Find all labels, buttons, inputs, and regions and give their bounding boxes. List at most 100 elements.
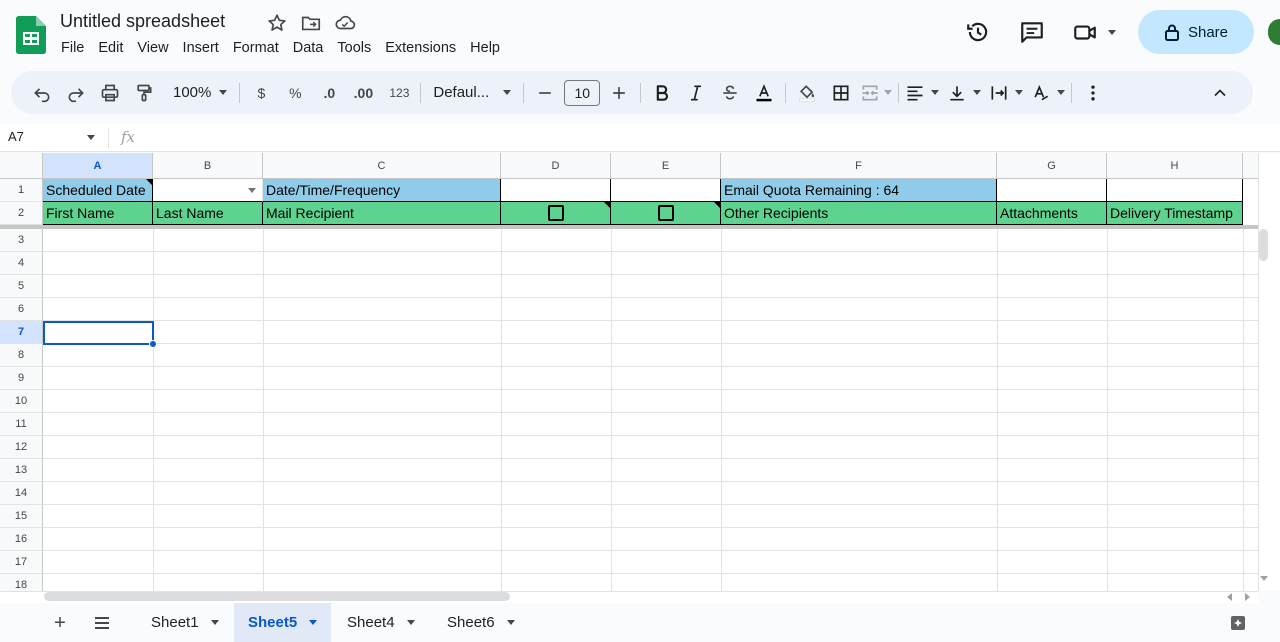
menu-edit[interactable]: Edit <box>91 38 130 58</box>
tab-sheet5[interactable]: Sheet5 <box>234 603 332 642</box>
cell-a1[interactable]: Scheduled Date <box>43 179 153 202</box>
row-header-4[interactable]: 4 <box>0 252 43 275</box>
vertical-align-button[interactable] <box>947 78 982 108</box>
fill-color-button[interactable] <box>792 78 822 108</box>
column-header-a[interactable]: A <box>43 153 153 179</box>
menu-help[interactable]: Help <box>463 38 507 58</box>
scroll-right-arrow-icon[interactable] <box>1243 592 1251 602</box>
row-header-6[interactable]: 6 <box>0 298 43 321</box>
row-header-1[interactable]: 1 <box>0 179 43 202</box>
select-all-corner[interactable] <box>0 153 43 179</box>
active-cell-a7[interactable] <box>43 321 154 345</box>
column-header-i[interactable] <box>1243 153 1258 179</box>
zoom-select[interactable]: 100% <box>167 78 233 108</box>
cell-h2[interactable]: Delivery Timestamp <box>1107 202 1243 225</box>
italic-button[interactable] <box>681 78 711 108</box>
column-header-g[interactable]: G <box>997 153 1107 179</box>
menu-data[interactable]: Data <box>286 38 331 58</box>
version-history-button[interactable] <box>958 12 998 52</box>
tab-dropdown-icon[interactable] <box>506 620 515 625</box>
menu-format[interactable]: Format <box>226 38 286 58</box>
row-header-11[interactable]: 11 <box>0 413 43 436</box>
row-header-14[interactable]: 14 <box>0 482 43 505</box>
cell-f1[interactable]: Email Quota Remaining : 64 <box>721 179 997 202</box>
increase-decimal-button[interactable]: .00 <box>348 78 378 108</box>
vertical-scroll-thumb[interactable] <box>1259 229 1268 261</box>
cell-a2[interactable]: First Name <box>43 202 153 225</box>
name-box-dropdown-icon[interactable] <box>87 135 95 140</box>
column-header-b[interactable]: B <box>153 153 263 179</box>
print-button[interactable] <box>95 78 125 108</box>
currency-format-button[interactable]: $ <box>246 78 276 108</box>
cell-c2[interactable]: Mail Recipient <box>263 202 501 225</box>
document-title[interactable]: Untitled spreadsheet <box>60 11 225 32</box>
menu-view[interactable]: View <box>130 38 175 58</box>
menu-tools[interactable]: Tools <box>330 38 378 58</box>
tab-dropdown-icon[interactable] <box>210 620 219 625</box>
share-button[interactable]: Share <box>1138 10 1254 54</box>
cell-e2[interactable] <box>611 202 721 225</box>
cell-e1[interactable] <box>611 179 721 202</box>
row-header-2[interactable]: 2 <box>0 202 43 225</box>
name-box[interactable]: A7 <box>8 129 24 144</box>
undo-button[interactable] <box>27 78 57 108</box>
tab-dropdown-icon[interactable] <box>309 620 318 625</box>
tab-dropdown-icon[interactable] <box>406 620 415 625</box>
tab-sheet1[interactable]: Sheet1 <box>137 603 233 642</box>
cell-b2[interactable]: Last Name <box>153 202 263 225</box>
empty-cells[interactable] <box>43 229 1258 591</box>
row-header-10[interactable]: 10 <box>0 390 43 413</box>
comments-button[interactable] <box>1012 12 1052 52</box>
all-sheets-icon[interactable] <box>92 613 112 633</box>
tab-sheet6[interactable]: Sheet6 <box>433 603 529 642</box>
increase-font-size-button[interactable] <box>604 78 634 108</box>
spreadsheet-grid[interactable]: A B C D E F G H 1 2 3 4 5 6 7 8 9 10 11 … <box>0 153 1258 591</box>
column-header-e[interactable]: E <box>611 153 721 179</box>
row-header-5[interactable]: 5 <box>0 275 43 298</box>
column-header-h[interactable]: H <box>1107 153 1243 179</box>
bold-button[interactable] <box>647 78 677 108</box>
text-rotation-button[interactable] <box>1031 78 1066 108</box>
dropdown-arrow-icon[interactable] <box>248 188 256 193</box>
text-color-button[interactable] <box>749 78 779 108</box>
row-header-18[interactable]: 18 <box>0 574 43 591</box>
add-sheet-icon[interactable]: + <box>48 611 72 635</box>
collapse-menus-button[interactable] <box>1205 78 1235 108</box>
redo-button[interactable] <box>61 78 91 108</box>
avatar[interactable] <box>1268 19 1280 45</box>
more-formats-button[interactable]: 123 <box>384 78 414 108</box>
cell-h1[interactable] <box>1107 179 1243 202</box>
cloud-saved-icon[interactable] <box>334 12 356 34</box>
menu-insert[interactable]: Insert <box>176 38 226 58</box>
cell-d1[interactable] <box>501 179 611 202</box>
menu-extensions[interactable]: Extensions <box>378 38 463 58</box>
star-icon[interactable] <box>266 12 288 34</box>
row-header-17[interactable]: 17 <box>0 551 43 574</box>
paint-format-button[interactable] <box>129 78 159 108</box>
row-header-13[interactable]: 13 <box>0 459 43 482</box>
row-header-7[interactable]: 7 <box>0 321 43 344</box>
font-size-input[interactable]: 10 <box>564 79 601 106</box>
row-header-15[interactable]: 15 <box>0 505 43 528</box>
meet-button[interactable] <box>1066 12 1122 52</box>
row-header-3[interactable]: 3 <box>0 229 43 252</box>
fill-handle[interactable] <box>149 340 157 348</box>
decrease-decimal-button[interactable]: .0 <box>314 78 344 108</box>
vertical-scrollbar[interactable] <box>1258 153 1280 591</box>
decrease-font-size-button[interactable] <box>530 78 560 108</box>
column-header-d[interactable]: D <box>501 153 611 179</box>
row-header-9[interactable]: 9 <box>0 367 43 390</box>
column-header-c[interactable]: C <box>263 153 501 179</box>
move-folder-icon[interactable] <box>300 12 322 34</box>
scroll-left-arrow-icon[interactable] <box>1226 592 1234 602</box>
strikethrough-button[interactable] <box>715 78 745 108</box>
horizontal-align-button[interactable] <box>905 78 940 108</box>
row-header-12[interactable]: 12 <box>0 436 43 459</box>
scroll-down-arrow-icon[interactable] <box>1259 575 1269 583</box>
merge-cells-button[interactable] <box>860 78 893 108</box>
explore-icon[interactable] <box>1230 615 1246 631</box>
font-family-select[interactable]: Defaul... <box>427 78 517 108</box>
cell-g1[interactable] <box>997 179 1107 202</box>
text-wrapping-button[interactable] <box>989 78 1024 108</box>
cell-c1[interactable]: Date/Time/Frequency <box>263 179 501 202</box>
